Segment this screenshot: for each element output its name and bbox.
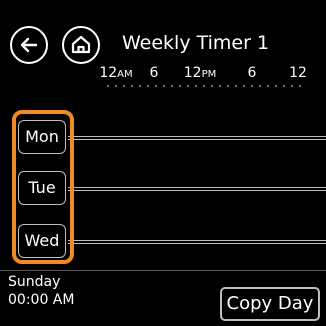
day-row-tue: Tue [0, 166, 326, 210]
day-row-mon: Mon [0, 115, 326, 159]
header-bar: Weekly Timer 1 12AM 6 12PM 6 12 [0, 0, 326, 87]
day-button-wed[interactable]: Wed [18, 224, 66, 258]
tick-label: 12 [289, 65, 307, 81]
home-button[interactable] [62, 26, 100, 64]
tick-label: 12AM [99, 65, 133, 81]
tick-label: 6 [247, 65, 257, 81]
timescale-dots [107, 85, 301, 87]
day-button-tue[interactable]: Tue [18, 171, 66, 205]
day-schedule-grid: Mon Tue Wed [0, 92, 326, 270]
back-arrow-icon [20, 37, 38, 53]
day-timeline-wed[interactable] [68, 240, 326, 244]
footer-bar: Sunday 00:00 AM Copy Day [0, 271, 326, 326]
back-button[interactable] [10, 26, 48, 64]
copy-day-button[interactable]: Copy Day [220, 287, 320, 321]
day-timeline-mon[interactable] [68, 136, 326, 140]
tick-label: 12PM [183, 65, 217, 81]
current-day: Sunday [8, 274, 61, 290]
day-timeline-tue[interactable] [68, 187, 326, 191]
home-icon [71, 35, 91, 54]
page-title: Weekly Timer 1 [122, 32, 270, 54]
day-row-wed: Wed [0, 219, 326, 263]
current-time: 00:00 AM [8, 292, 75, 308]
tick-label: 6 [149, 65, 159, 81]
day-button-mon[interactable]: Mon [18, 120, 66, 154]
